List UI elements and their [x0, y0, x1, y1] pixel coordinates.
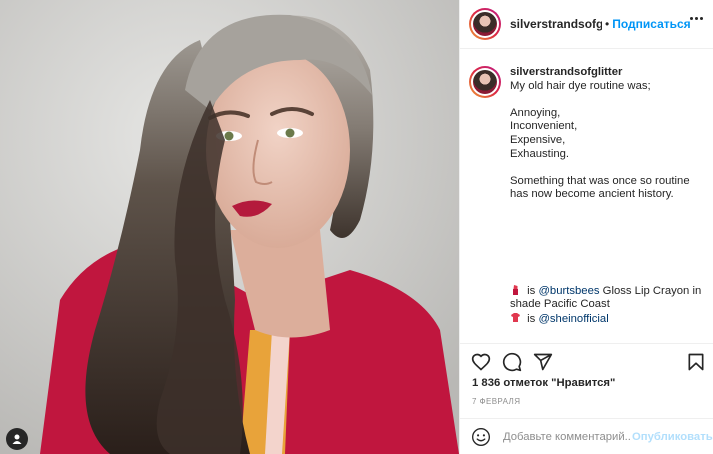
post-photo[interactable] — [0, 0, 459, 454]
burtsbees-link[interactable]: @burtsbees — [538, 285, 599, 297]
comment-icon[interactable] — [502, 352, 522, 372]
caption-line: Something that was once so routine — [510, 174, 690, 187]
follow-button[interactable]: Подписаться — [612, 17, 690, 31]
caption-line: Annoying, — [510, 106, 561, 119]
post-side-panel: silverstrandsofglittе • Подписаться silv… — [459, 0, 713, 454]
portrait-image — [0, 0, 459, 454]
credit-line-1b: shade Pacific Coast — [510, 298, 610, 311]
comment-input[interactable]: Добавьте комментарий... — [503, 431, 631, 443]
sheinofficial-link[interactable]: @sheinofficial — [538, 313, 608, 325]
caption-line: has now become ancient history. — [510, 188, 674, 201]
caption-area: silverstrandsofglitter My old hair dye r… — [460, 50, 713, 343]
comment-bar: Добавьте комментарий... Опубликовать — [460, 418, 713, 454]
bookmark-icon[interactable] — [686, 352, 706, 372]
user-icon — [12, 434, 22, 444]
credit-line-1: is @burtsbees Gloss Lip Crayon in — [510, 284, 705, 299]
share-icon[interactable] — [533, 352, 553, 372]
caption-line: Exhausting. — [510, 147, 570, 160]
caption: silverstrandsofglitter My old hair dye r… — [510, 66, 705, 343]
lipstick-icon — [513, 284, 518, 295]
emoji-icon[interactable] — [471, 427, 491, 447]
separator-dot: • — [605, 17, 610, 31]
post-header: silverstrandsofglittе • Подписаться — [460, 0, 713, 49]
credit-line-2: is @sheinofficial — [510, 312, 705, 327]
more-dots-icon[interactable] — [690, 17, 703, 20]
caption-avatar[interactable] — [469, 66, 501, 98]
caption-line: Expensive, — [510, 133, 566, 146]
heart-icon[interactable] — [471, 352, 491, 372]
publish-button[interactable]: Опубликовать — [632, 431, 713, 443]
caption-line — [510, 93, 705, 107]
caption-line: Inconvenient, — [510, 120, 578, 133]
caption-username[interactable]: silverstrandsofglitter — [510, 66, 705, 80]
caption-line — [510, 161, 705, 175]
likes-count[interactable]: 1 836 отметок "Нравится" — [472, 377, 615, 389]
user-tag-button[interactable] — [6, 428, 28, 450]
caption-line: My old hair dye routine was; — [510, 79, 651, 92]
header-username[interactable]: silverstrandsofglittе — [510, 17, 602, 31]
avatar[interactable] — [469, 8, 501, 40]
post-date[interactable]: 7 февраля — [472, 397, 520, 406]
shirt-icon — [511, 312, 520, 322]
